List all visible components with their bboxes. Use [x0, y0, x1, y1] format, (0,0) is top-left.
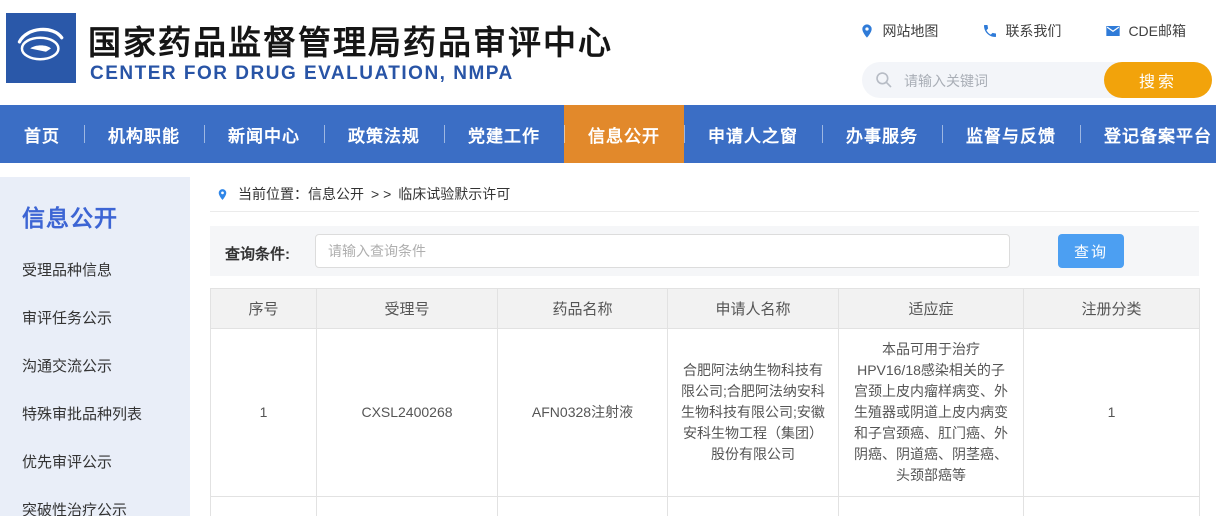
table-column-header: 适应症 [838, 288, 1024, 329]
query-condition-input[interactable] [315, 234, 1010, 268]
cell-empty [210, 496, 317, 516]
logo-icon [12, 17, 70, 80]
sidebar-item-communication[interactable]: 沟通交流公示 [22, 343, 190, 391]
sidebar-item-breakthrough-therapy[interactable]: 突破性治疗公示 [22, 487, 190, 516]
table-row: 1 CXSL2400268 AFN0328注射液 合肥阿法纳生物科技有限公司;合肥阿法… [210, 328, 1200, 497]
query-button[interactable]: 查询 [1058, 234, 1124, 268]
cell-seq: 1 [210, 328, 317, 497]
sidebar-title: 信息公开 [22, 205, 118, 231]
cde-page: 国家药品监督管理局药品审评中心 CENTER FOR DRUG EVALUATI… [0, 0, 1216, 516]
table-column-header: 药品名称 [497, 288, 668, 329]
sidebar-item-special-approval-list[interactable]: 特殊审批品种列表 [22, 391, 190, 439]
sidebar-info-disclosure: 信息公开 受理品种信息 审评任务公示 沟通交流公示 特殊审批品种列表 优先审评公示 突破性… [0, 177, 190, 516]
table-column-header: 注册分类 [1023, 288, 1200, 329]
nav-item-home[interactable]: 首页 [0, 105, 84, 163]
header-quick-links: 网站地图 联系我们 CDE邮箱 [859, 21, 1186, 41]
sidebar-item-review-tasks[interactable]: 审评任务公示 [22, 295, 190, 343]
nav-item-registration-platform[interactable]: 登记备案平台 [1080, 105, 1216, 163]
cell-empty [838, 496, 1024, 516]
search-icon [875, 71, 893, 89]
cell-applicant: 合肥阿法纳生物科技有限公司;合肥阿法纳安科生物科技有限公司;安徽安科生物工程（集… [667, 328, 839, 497]
breadcrumb: 当前位置： 信息公开 > > 临床试验默示许可 [210, 177, 1199, 212]
table-row-partial [210, 496, 1200, 516]
nav-item-policies-regulations[interactable]: 政策法规 [324, 105, 444, 163]
cell-empty [497, 496, 668, 516]
cell-empty [316, 496, 498, 516]
cell-reg_class: 1 [1023, 328, 1200, 497]
nav-item-news-center[interactable]: 新闻中心 [204, 105, 324, 163]
quick-link-label: CDE邮箱 [1128, 23, 1186, 39]
sidebar-item-accepted-varieties[interactable]: 受理品种信息 [22, 247, 190, 295]
results-table: 序号 受理号 药品名称 申请人名称 适应症 注册分类 1 CXSL2400268 AFN032… [210, 288, 1200, 516]
quick-link-cde-mail[interactable]: CDE邮箱 [1105, 21, 1186, 41]
site-header: 国家药品监督管理局药品审评中心 CENTER FOR DRUG EVALUATI… [0, 0, 1216, 105]
breadcrumb-separator: > > [371, 186, 392, 202]
quick-link-sitemap[interactable]: 网站地图 [859, 21, 938, 41]
cell-indication: 本品可用于治疗HPV16/18感染相关的子宫颈上皮内瘤样病变、外生殖器或阴道上皮… [838, 328, 1024, 497]
quick-link-label: 网站地图 [882, 23, 939, 39]
sidebar-item-priority-review[interactable]: 优先审评公示 [22, 439, 190, 487]
site-search-bar: 搜索 [862, 62, 1212, 99]
nav-item-supervision-feedback[interactable]: 监督与反馈 [942, 105, 1080, 163]
breadcrumb-prefix: 当前位置： [238, 186, 308, 202]
site-search-input[interactable] [902, 63, 1096, 99]
nav-item-services[interactable]: 办事服务 [822, 105, 942, 163]
mail-icon [1105, 23, 1121, 39]
table-column-header: 申请人名称 [667, 288, 839, 329]
site-title: 国家药品监督管理局药品审评中心 [88, 24, 613, 61]
quick-link-label: 联系我们 [1005, 23, 1062, 39]
breadcrumb-section[interactable]: 信息公开 [308, 184, 364, 204]
cell-empty [1023, 496, 1200, 516]
cell-acceptance_no: CXSL2400268 [316, 328, 498, 497]
nav-item-info-disclosure[interactable]: 信息公开 [564, 105, 684, 163]
cell-drug_name: AFN0328注射液 [497, 328, 668, 497]
cell-empty [667, 496, 839, 516]
query-label: 查询条件: [225, 246, 290, 263]
location-pin-icon [859, 23, 875, 39]
main-nav: 首页 机构职能 新闻中心 政策法规 党建工作 信息公开 申请人之窗 办事服务 监督与反馈 登记备案… [0, 105, 1216, 163]
location-pin-icon [216, 186, 229, 203]
breadcrumb-current: 临床试验默示许可 [398, 186, 511, 202]
main-content: 当前位置： 信息公开 > > 临床试验默示许可 查询条件: 查询 序号受理号药品… [210, 177, 1200, 516]
table-column-header: 序号 [210, 288, 317, 329]
nav-item-party-building[interactable]: 党建工作 [444, 105, 564, 163]
query-bar: 查询条件: 查询 [210, 226, 1199, 276]
nav-item-applicant-window[interactable]: 申请人之窗 [684, 105, 822, 163]
site-logo[interactable] [6, 13, 76, 83]
site-subtitle-en: CENTER FOR DRUG EVALUATION, NMPA [90, 63, 514, 84]
table-header-row: 序号 受理号 药品名称 申请人名称 适应症 注册分类 [210, 288, 1200, 329]
nav-item-org-functions[interactable]: 机构职能 [84, 105, 204, 163]
site-search-button[interactable]: 搜索 [1104, 62, 1212, 98]
table-column-header: 受理号 [316, 288, 498, 329]
phone-icon [982, 23, 998, 39]
quick-link-contact-us[interactable]: 联系我们 [982, 21, 1061, 41]
